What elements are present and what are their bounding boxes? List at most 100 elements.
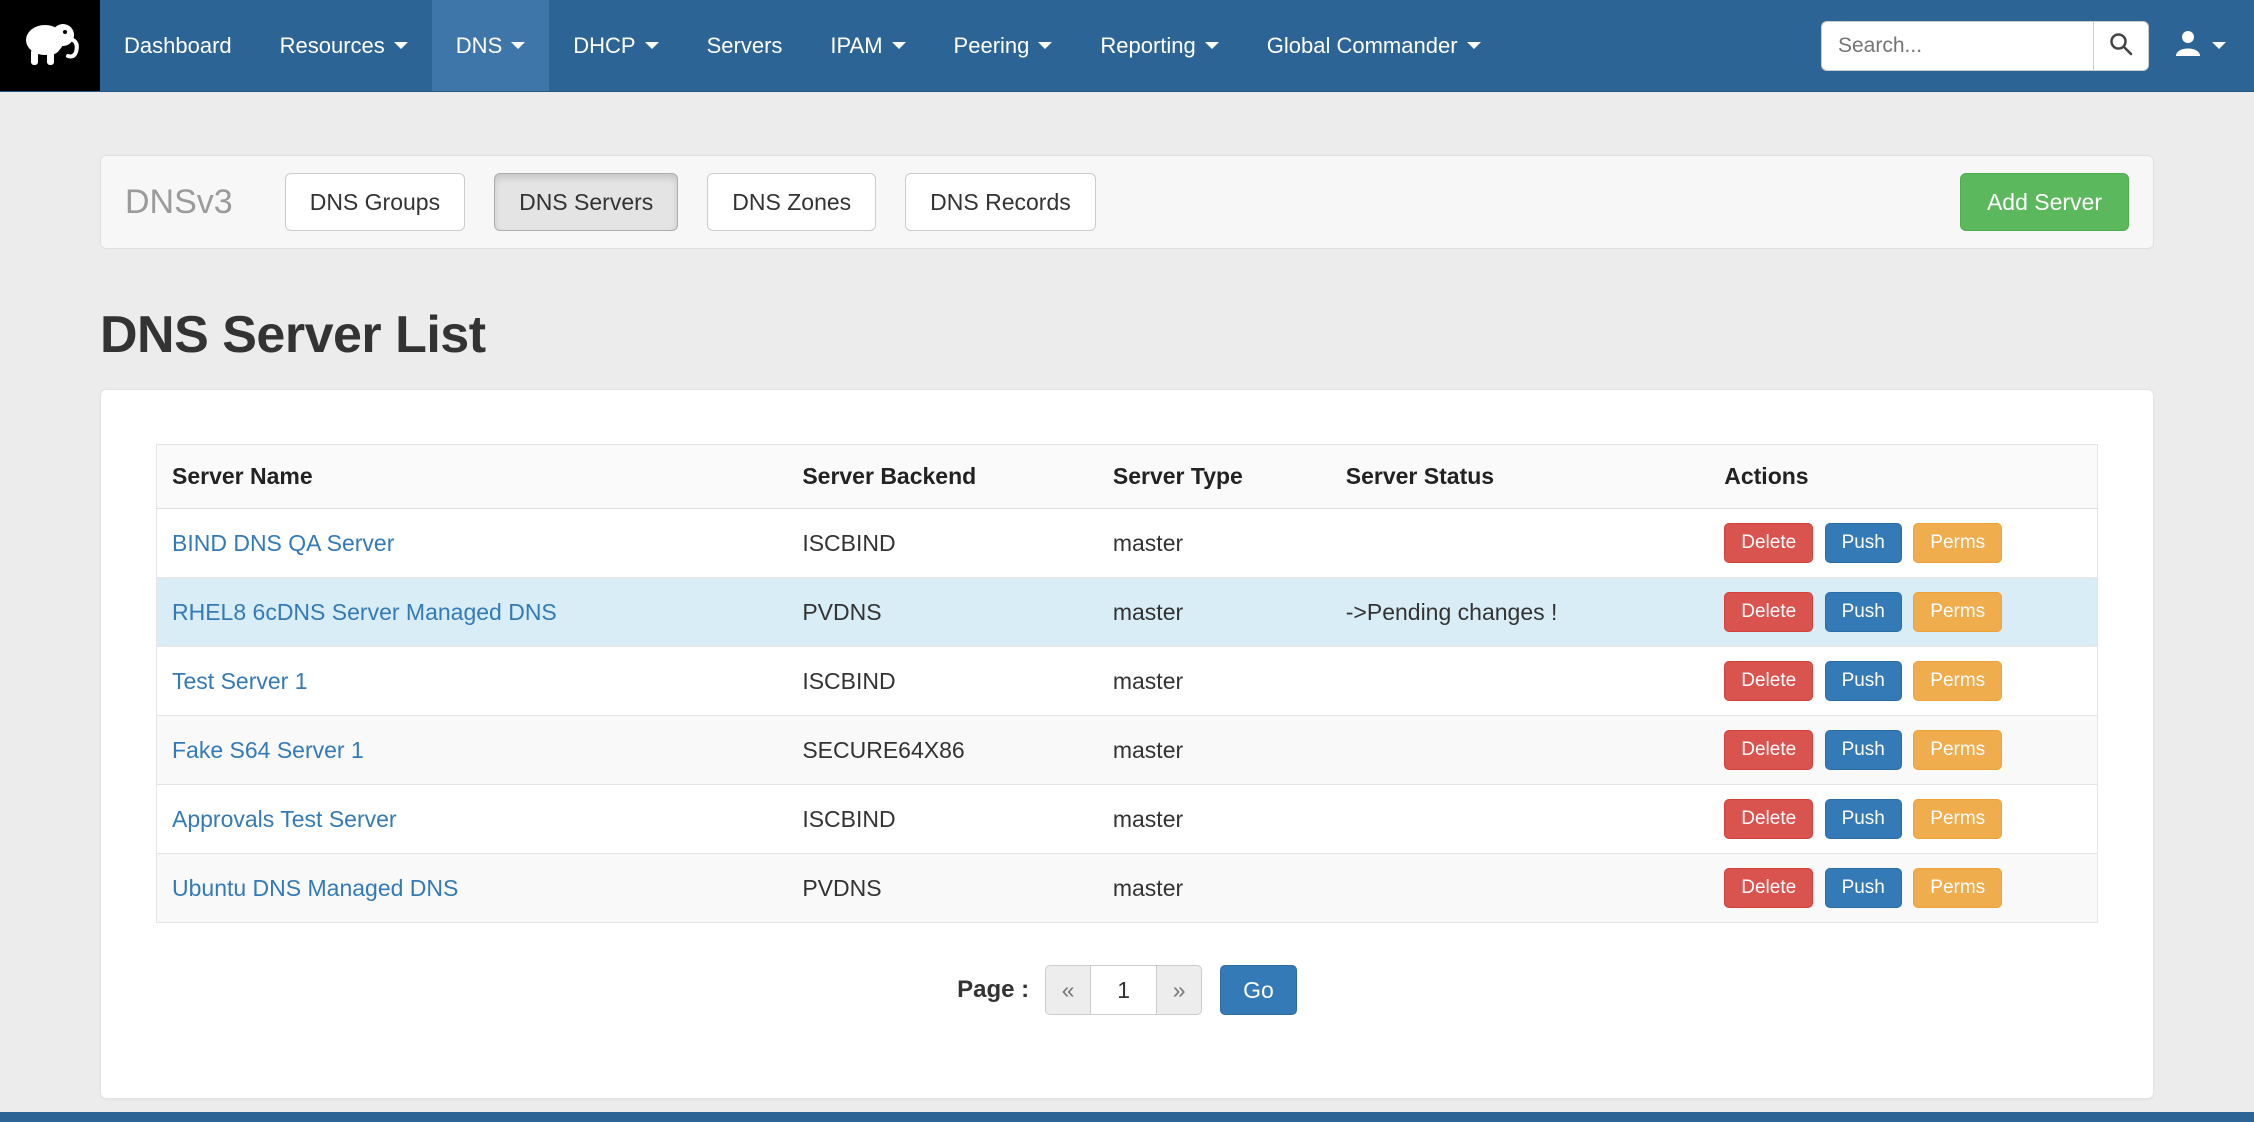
search-button[interactable] [2093, 21, 2149, 71]
table-row: Ubuntu DNS Managed DNS PVDNS master Dele… [157, 854, 2098, 923]
nav-item-reporting[interactable]: Reporting [1076, 0, 1242, 91]
nav-item-servers[interactable]: Servers [683, 0, 807, 91]
server-type-cell: master [1098, 854, 1331, 923]
push-button[interactable]: Push [1825, 868, 1902, 908]
search-icon [2108, 31, 2134, 60]
column-header-server-backend: Server Backend [787, 445, 1098, 509]
server-name-link[interactable]: Fake S64 Server 1 [172, 737, 364, 763]
actions-cell: Delete Push Perms [1709, 509, 2097, 578]
add-server-button[interactable]: Add Server [1960, 173, 2129, 231]
page-number-input[interactable] [1091, 965, 1157, 1015]
chevron-down-icon [2212, 42, 2226, 49]
page-label: Page : [957, 976, 1029, 1004]
perms-button[interactable]: Perms [1913, 868, 2002, 908]
nav-item-label: Resources [280, 33, 385, 59]
nav-item-dns[interactable]: DNS [432, 0, 549, 91]
delete-button[interactable]: Delete [1724, 592, 1813, 632]
nav-item-label: DHCP [573, 33, 635, 59]
chevron-down-icon [645, 42, 659, 49]
server-backend-cell: ISCBIND [787, 509, 1098, 578]
tab-dns-zones[interactable]: DNS Zones [707, 173, 876, 231]
nav-item-peering[interactable]: Peering [930, 0, 1077, 91]
server-status-cell [1331, 509, 1709, 578]
server-name-link[interactable]: Test Server 1 [172, 668, 308, 694]
perms-button[interactable]: Perms [1913, 730, 2002, 770]
pager-group: « » [1045, 965, 1202, 1015]
server-backend-cell: PVDNS [787, 854, 1098, 923]
go-button[interactable]: Go [1220, 965, 1297, 1015]
column-header-server-status: Server Status [1331, 445, 1709, 509]
nav-item-resources[interactable]: Resources [256, 0, 432, 91]
table-row: Approvals Test Server ISCBIND master Del… [157, 785, 2098, 854]
server-backend-cell: ISCBIND [787, 647, 1098, 716]
server-status-cell [1331, 854, 1709, 923]
prev-page-button[interactable]: « [1045, 965, 1091, 1015]
server-name-link[interactable]: Ubuntu DNS Managed DNS [172, 875, 458, 901]
delete-button[interactable]: Delete [1724, 868, 1813, 908]
search-group [1821, 21, 2149, 71]
table-header-row: Server Name Server Backend Server Type S… [157, 445, 2098, 509]
column-header-actions: Actions [1709, 445, 2097, 509]
tab-dns-records[interactable]: DNS Records [905, 173, 1096, 231]
nav-item-label: Peering [954, 33, 1030, 59]
actions-cell: Delete Push Perms [1709, 854, 2097, 923]
tab-dns-groups[interactable]: DNS Groups [285, 173, 465, 231]
push-button[interactable]: Push [1825, 661, 1902, 701]
search-input[interactable] [1821, 21, 2093, 71]
server-status-cell [1331, 716, 1709, 785]
server-type-cell: master [1098, 785, 1331, 854]
nav-item-ipam[interactable]: IPAM [806, 0, 929, 91]
actions-cell: Delete Push Perms [1709, 647, 2097, 716]
perms-button[interactable]: Perms [1913, 799, 2002, 839]
delete-button[interactable]: Delete [1724, 799, 1813, 839]
navbar-right [1821, 0, 2254, 91]
push-button[interactable]: Push [1825, 523, 1902, 563]
nav-item-label: Servers [707, 33, 783, 59]
delete-button[interactable]: Delete [1724, 661, 1813, 701]
page-title: DNS Server List [100, 305, 2154, 365]
nav-item-label: Global Commander [1267, 33, 1458, 59]
push-button[interactable]: Push [1825, 592, 1902, 632]
nav-item-dhcp[interactable]: DHCP [549, 0, 682, 91]
chevron-down-icon [1038, 42, 1052, 49]
delete-button[interactable]: Delete [1724, 730, 1813, 770]
nav-item-label: DNS [456, 33, 502, 59]
footer-bar [0, 1112, 2254, 1122]
actions-cell: Delete Push Perms [1709, 785, 2097, 854]
tab-dns-servers[interactable]: DNS Servers [494, 173, 678, 231]
chevron-down-icon [892, 42, 906, 49]
delete-button[interactable]: Delete [1724, 523, 1813, 563]
table-row: Test Server 1 ISCBIND master Delete Push… [157, 647, 2098, 716]
push-button[interactable]: Push [1825, 730, 1902, 770]
next-page-button[interactable]: » [1156, 965, 1202, 1015]
server-name-link[interactable]: BIND DNS QA Server [172, 530, 394, 556]
column-header-server-name: Server Name [157, 445, 788, 509]
server-type-cell: master [1098, 509, 1331, 578]
push-button[interactable]: Push [1825, 799, 1902, 839]
table-row: BIND DNS QA Server ISCBIND master Delete… [157, 509, 2098, 578]
nav-item-global-commander[interactable]: Global Commander [1243, 0, 1505, 91]
server-name-link[interactable]: RHEL8 6cDNS Server Managed DNS [172, 599, 557, 625]
server-type-cell: master [1098, 647, 1331, 716]
pagination: Page : « » Go [156, 965, 2098, 1015]
perms-button[interactable]: Perms [1913, 592, 2002, 632]
perms-button[interactable]: Perms [1913, 661, 2002, 701]
actions-cell: Delete Push Perms [1709, 716, 2097, 785]
dnsv3-label: DNSv3 [125, 183, 233, 222]
server-backend-cell: SECURE64X86 [787, 716, 1098, 785]
user-menu[interactable] [2167, 28, 2232, 63]
server-name-link[interactable]: Approvals Test Server [172, 806, 397, 832]
server-backend-cell: ISCBIND [787, 785, 1098, 854]
chevron-down-icon [394, 42, 408, 49]
provision-logo[interactable] [0, 0, 100, 91]
server-backend-cell: PVDNS [787, 578, 1098, 647]
chevron-down-icon [511, 42, 525, 49]
top-navbar: Dashboard Resources DNS DHCP Servers IPA… [0, 0, 2254, 92]
actions-cell: Delete Push Perms [1709, 578, 2097, 647]
server-status-cell [1331, 785, 1709, 854]
perms-button[interactable]: Perms [1913, 523, 2002, 563]
nav-item-dashboard[interactable]: Dashboard [100, 0, 256, 91]
nav-item-label: Dashboard [124, 33, 232, 59]
server-type-cell: master [1098, 578, 1331, 647]
server-status-cell [1331, 647, 1709, 716]
